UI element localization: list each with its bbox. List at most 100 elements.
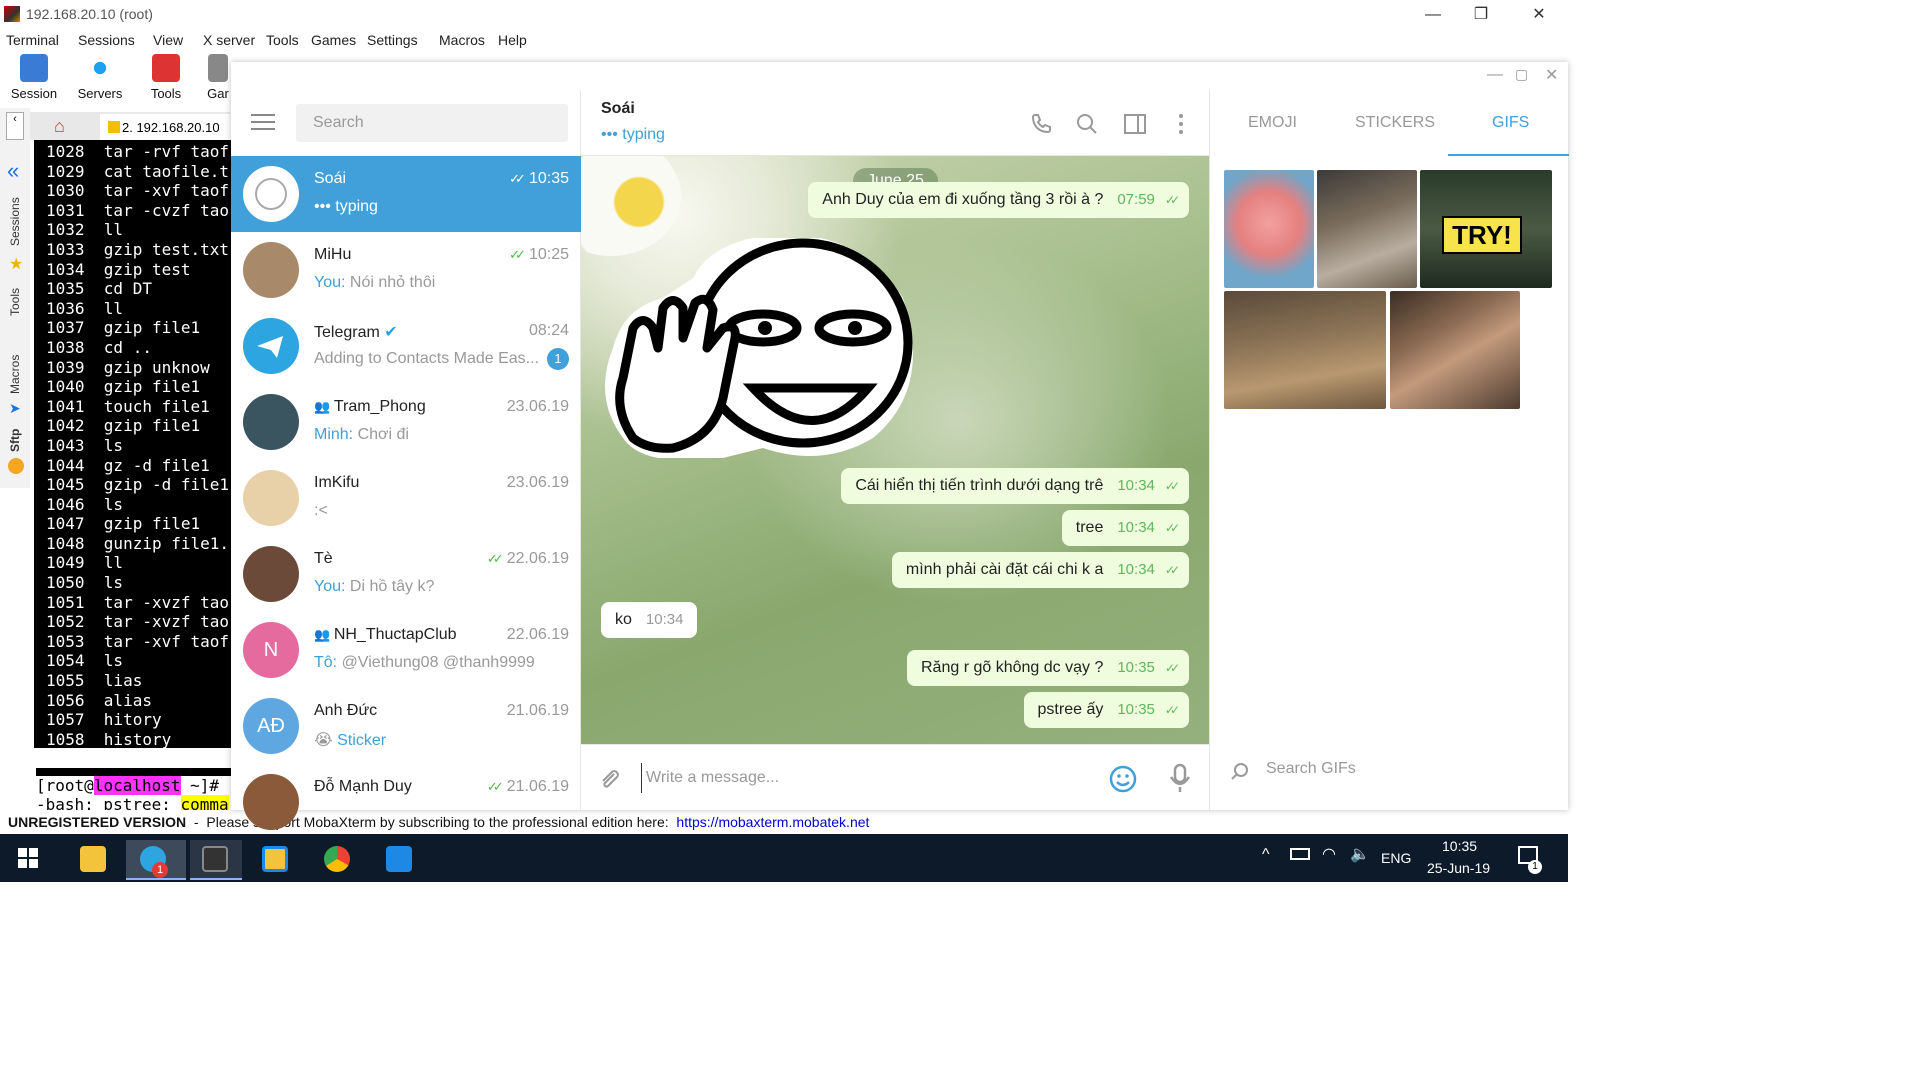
gif-thumbnail[interactable] <box>1317 170 1417 288</box>
tab-gifs[interactable]: GIFS <box>1492 114 1529 132</box>
windows-start-icon[interactable] <box>18 848 38 868</box>
outgoing-message[interactable]: mình phải cài đặt cái chi k a 10:34 ✓✓ <box>891 552 1189 588</box>
chat-list-item[interactable]: ImKifu 23.06.19:< <box>231 460 581 536</box>
emoji-icon[interactable] <box>1109 765 1137 793</box>
menu-tools[interactable]: Tools <box>266 32 299 48</box>
session-tab-label: 2. 192.168.20.10 <box>122 120 220 135</box>
terminal-line: 1055 lias <box>46 671 143 691</box>
menu-sessions[interactable]: Sessions <box>78 32 135 48</box>
language-indicator[interactable]: ENG <box>1381 850 1411 866</box>
chat-list-item[interactable]: 👥 Tram_Phong 23.06.19 Minh: Chơi đi <box>231 384 581 460</box>
terminal-output[interactable]: 1028 tar -rvf taof 1029 cat taofile.t 1030… <box>34 140 234 810</box>
collapse-toggle[interactable]: ‹ <box>6 112 24 140</box>
tg-maximize-button[interactable]: ▢ <box>1515 66 1528 83</box>
message-text: pstree ấy <box>1037 701 1104 718</box>
message-text: mình phải cài đặt cái chi k a <box>905 561 1104 578</box>
file-explorer-icon[interactable] <box>68 840 116 880</box>
telegram-taskbar-badge: 1 <box>152 862 168 878</box>
phone-icon[interactable] <box>1029 112 1053 136</box>
outgoing-message[interactable]: Răng r gõ không dc vạy ? 10:35 ✓✓ <box>907 650 1189 686</box>
menu-icon[interactable] <box>251 114 275 132</box>
search-icon[interactable] <box>1075 112 1099 136</box>
tools-icon <box>152 54 180 82</box>
gif-thumbnail[interactable] <box>1224 291 1386 409</box>
incoming-message[interactable]: ko 10:34 <box>601 602 698 638</box>
chat-list-item[interactable]: AĐ Anh Đức 21.06.19 😭 Sticker <box>231 688 581 764</box>
avatar <box>243 166 299 222</box>
tg-minimize-button[interactable]: — <box>1487 66 1503 84</box>
close-button[interactable]: ✕ <box>1524 4 1554 26</box>
side-tab-macros[interactable]: Macros <box>8 355 22 394</box>
outgoing-message[interactable]: Anh Duy của em đi xuống tầng 3 rồi à ? 07… <box>808 182 1189 218</box>
chrome-icon[interactable] <box>312 840 360 880</box>
gif-thumbnail[interactable] <box>1224 170 1314 288</box>
clock-date[interactable]: 25-Jun-19 <box>1427 860 1490 876</box>
chat-preview: You: Di hồ tây k? <box>314 578 435 595</box>
session-tab[interactable]: 2. 192.168.20.10 <box>100 114 230 140</box>
menu-view[interactable]: View <box>153 32 183 48</box>
search-gifs-input[interactable]: Search GIFs <box>1266 760 1356 778</box>
minimize-button[interactable]: — <box>1418 4 1448 26</box>
double-chevron-left-icon[interactable]: « <box>7 158 19 184</box>
vscode-icon[interactable] <box>374 840 422 880</box>
sftp-icon <box>8 458 24 474</box>
chat-list-item[interactable]: Tè ✓✓ 22.06.19 You: Di hồ tây k? <box>231 536 581 612</box>
waving-face-sticker[interactable] <box>603 238 915 458</box>
menu-terminal[interactable]: Terminal <box>6 32 59 48</box>
terminal-line: 1038 cd .. <box>46 337 152 357</box>
side-tab-sftp[interactable]: Sftp <box>8 429 22 452</box>
battery-icon[interactable] <box>1290 848 1310 860</box>
wifi-icon[interactable]: ◠ <box>1322 844 1336 864</box>
menu-macros[interactable]: Macros <box>439 32 485 48</box>
home-icon[interactable]: ⌂ <box>54 116 65 137</box>
sidebar-toggle-icon[interactable] <box>1123 112 1147 136</box>
chat-title[interactable]: Soái <box>601 100 635 118</box>
terminal-line: 1057 hitory <box>46 710 162 730</box>
tab-stickers[interactable]: STICKERS <box>1355 114 1435 132</box>
chat-list-item[interactable]: N 👥 NH_ThuctapClub 22.06.19 Tô: @Viethung08… <box>231 612 581 688</box>
terminal-prompt-area[interactable]: [root@localhost ~]#-bash: pstree: comma[… <box>34 748 234 810</box>
more-options-icon[interactable] <box>1169 112 1193 136</box>
tg-close-button[interactable]: ✕ <box>1545 65 1558 85</box>
telegram-taskbar-icon[interactable]: 1 <box>126 840 186 880</box>
support-link[interactable]: https://mobaxterm.mobatek.net <box>676 814 869 830</box>
avatar <box>243 318 299 374</box>
terminal-line: 1046 ls <box>46 494 124 514</box>
mobaxterm-taskbar-icon[interactable] <box>190 840 242 880</box>
clock-time[interactable]: 10:35 <box>1442 838 1477 854</box>
side-tab-tools[interactable]: Tools <box>8 288 22 316</box>
menu-xserver[interactable]: X server <box>203 32 255 48</box>
microphone-icon[interactable] <box>1169 763 1191 793</box>
outgoing-message[interactable]: pstree ấy 10:35 ✓✓ <box>1023 692 1189 728</box>
volume-icon[interactable]: 🔈 <box>1350 844 1370 864</box>
servers-button[interactable]: Servers <box>70 52 130 101</box>
gif-thumbnail[interactable]: TRY! <box>1420 170 1552 288</box>
menu-games[interactable]: Games <box>311 32 356 48</box>
chat-list-item[interactable]: MiHu ✓✓ 10:25 You: Nói nhỏ thôi <box>231 232 581 308</box>
app-taskbar-icon[interactable] <box>250 840 298 880</box>
session-button[interactable]: Session <box>4 52 64 101</box>
chat-preview: Adding to Contacts Made Eas... <box>314 350 539 367</box>
restore-button[interactable]: ❐ <box>1466 4 1496 26</box>
group-icon: 👥 <box>314 627 334 642</box>
terminal-line: 1053 tar -xvf taof <box>46 631 230 651</box>
menu-settings[interactable]: Settings <box>367 32 418 48</box>
chat-messages-area: June 25 Anh Duy của em đi xuống tầng 3 r… <box>581 156 1209 744</box>
chat-list-item[interactable]: Telegram ✔ 08:24 Adding to Contacts Made E… <box>231 308 581 384</box>
message-text: Anh Duy của em đi xuống tầng 3 rồi à ? <box>822 191 1104 208</box>
message-input[interactable]: Write a message... <box>641 763 1101 793</box>
menu-help[interactable]: Help <box>498 32 527 48</box>
tab-emoji[interactable]: EMOJI <box>1248 114 1297 132</box>
search-input[interactable]: Search <box>296 104 568 142</box>
tools-button[interactable]: Tools <box>136 52 196 101</box>
chat-list-item[interactable]: Soái ✓✓ 10:35 ••• typing <box>231 156 581 232</box>
outgoing-message[interactable]: tree 10:34 ✓✓ <box>1061 510 1189 546</box>
side-tab-sessions[interactable]: Sessions <box>8 197 22 246</box>
gif-thumbnail[interactable] <box>1390 291 1520 409</box>
read-ticks-icon: ✓✓ <box>486 779 504 794</box>
chevron-up-icon[interactable]: ^ <box>1262 846 1270 864</box>
outgoing-message[interactable]: Cái hiển thị tiến trình dưới dạng trê 10:… <box>841 468 1189 504</box>
chat-list-item[interactable]: Đỗ Mạnh Duy ✓✓ 21.06.19 <box>231 764 581 840</box>
avatar <box>243 394 299 450</box>
attach-icon[interactable] <box>597 767 621 791</box>
